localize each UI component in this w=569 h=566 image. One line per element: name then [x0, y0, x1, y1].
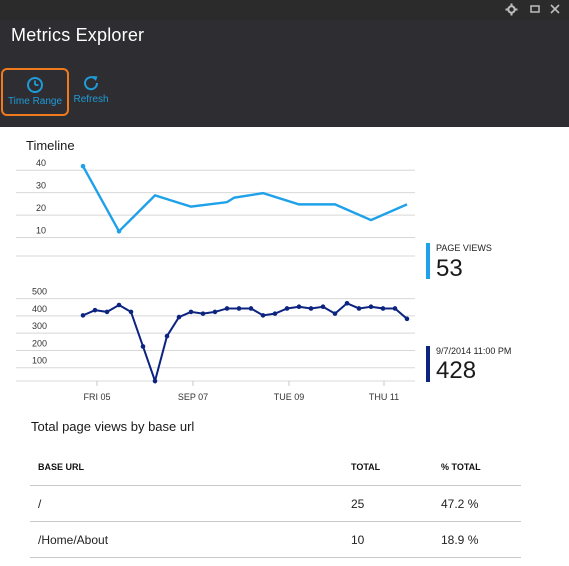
y-tick-label: 40 — [36, 158, 46, 168]
table-title: Total page views by base url — [31, 419, 195, 434]
table-row[interactable]: /Home/About 10 18.9 % — [30, 521, 521, 558]
column-header-base-url[interactable]: BASE URL — [30, 449, 343, 486]
y-tick-label: 10 — [36, 226, 46, 236]
page-views-legend-bar — [426, 243, 430, 279]
page-views-line — [81, 165, 408, 234]
x-axis-ticks: FRI 05 SEP 07 TUE 09 THU 11 — [83, 381, 399, 402]
close-icon[interactable] — [548, 3, 562, 17]
data-point — [116, 229, 122, 234]
y-tick-label: 20 — [36, 203, 46, 213]
data-point — [128, 309, 134, 315]
top-chart-grid: 10 20 30 40 — [16, 158, 415, 257]
x-tick-label: THU 11 — [369, 392, 399, 402]
x-tick-label: FRI 05 — [83, 392, 110, 402]
cell-percent-total: 47.2 % — [433, 485, 521, 522]
window-titlebar — [0, 0, 569, 20]
data-point — [380, 306, 386, 311]
data-point — [224, 306, 230, 311]
y-tick-label: 200 — [32, 338, 47, 348]
data-point — [80, 163, 86, 169]
page-views-legend-label: PAGE VIEWS — [436, 243, 492, 253]
y-tick-label: 100 — [32, 356, 47, 366]
requests-legend-value: 428 — [436, 357, 477, 384]
time-range-label: Time Range — [7, 96, 63, 107]
column-header-percent-total[interactable]: % TOTAL — [433, 449, 521, 486]
page-views-series — [80, 163, 408, 234]
y-tick-label: 300 — [32, 321, 47, 331]
base-url-table: BASE URL TOTAL % TOTAL / 25 47.2 % /Home… — [30, 449, 521, 558]
data-point — [272, 311, 278, 316]
gear-icon[interactable] — [504, 3, 518, 17]
data-point — [356, 306, 362, 311]
page-views-legend-value: 53 — [436, 255, 463, 282]
data-point — [80, 313, 86, 318]
data-point — [368, 304, 374, 310]
clock-icon — [27, 77, 43, 93]
data-point — [248, 306, 254, 311]
blade-header: Metrics Explorer Time Range Refresh — [0, 20, 569, 127]
data-point — [200, 311, 206, 316]
data-point — [260, 313, 266, 318]
data-point — [92, 307, 98, 313]
x-tick-label: TUE 09 — [274, 392, 305, 402]
data-point — [344, 300, 350, 306]
cell-total: 10 — [343, 521, 433, 558]
data-point — [176, 314, 182, 320]
requests-legend-label: 9/7/2014 11:00 PM — [436, 346, 512, 356]
data-point — [212, 309, 218, 315]
data-point — [284, 306, 290, 311]
refresh-button[interactable]: Refresh — [69, 68, 113, 114]
page-title: Metrics Explorer — [11, 25, 145, 45]
data-point — [152, 378, 158, 384]
data-point — [140, 344, 146, 349]
selected-metric-series — [80, 300, 410, 385]
cell-percent-total: 18.9 % — [433, 521, 521, 558]
data-point — [116, 302, 122, 308]
requests-legend-bar — [426, 346, 430, 382]
data-point — [392, 306, 398, 311]
cell-total: 25 — [343, 485, 433, 522]
table-header-row: BASE URL TOTAL % TOTAL — [30, 449, 521, 486]
column-header-total[interactable]: TOTAL — [343, 449, 433, 486]
metric-line — [82, 302, 408, 385]
y-tick-label: 400 — [32, 304, 47, 314]
data-point — [332, 311, 338, 316]
data-point — [236, 306, 242, 311]
x-tick-label: SEP 07 — [178, 392, 208, 402]
time-range-button[interactable]: Time Range — [1, 68, 69, 116]
y-tick-label: 500 — [32, 287, 47, 297]
bottom-chart-grid: 100 200 300 400 500 — [16, 287, 415, 382]
data-point — [104, 309, 110, 315]
data-point — [404, 316, 410, 322]
cell-base-url: /Home/About — [30, 521, 343, 558]
data-point — [164, 333, 170, 339]
timeline-title: Timeline — [26, 138, 75, 153]
data-point — [296, 304, 302, 310]
y-tick-label: 30 — [36, 181, 46, 191]
data-point — [320, 304, 326, 310]
timeline-chart: 10 20 30 40 100 200 300 400 500 FRI 05 SEP 07 TUE… — [16, 158, 415, 402]
table-row[interactable]: / 25 47.2 % — [30, 485, 521, 522]
data-point — [188, 309, 194, 315]
restore-icon[interactable] — [528, 3, 542, 17]
refresh-label: Refresh — [73, 94, 109, 105]
refresh-icon — [84, 76, 99, 91]
cell-base-url: / — [30, 485, 343, 522]
data-point — [308, 306, 314, 311]
